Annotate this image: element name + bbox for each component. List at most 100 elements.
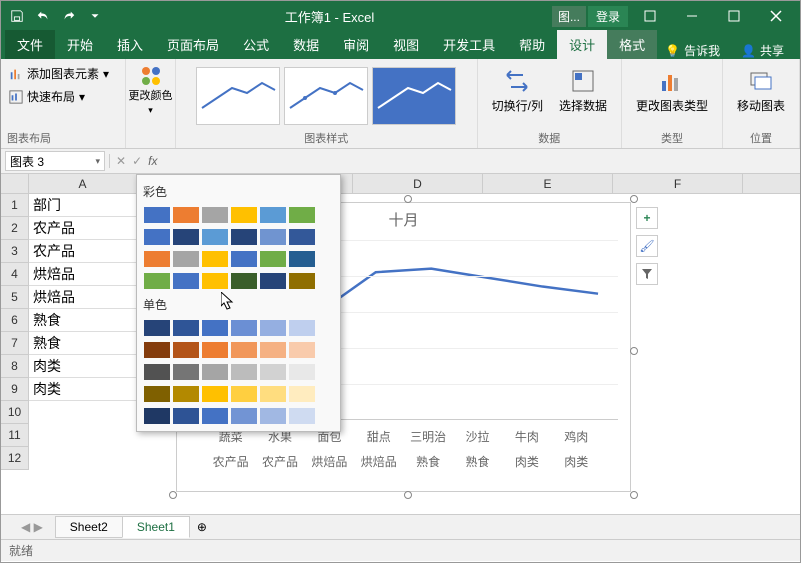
sheet-nav[interactable]: ◀ ▶ [9,520,55,534]
col-header[interactable]: F [613,174,743,193]
row-header[interactable]: 4 [1,263,29,286]
group-colors: 更改颜色▾ [126,59,176,148]
chart-style-1[interactable] [196,67,280,125]
tab-data[interactable]: 数据 [281,30,331,59]
tab-pagelayout[interactable]: 页面布局 [155,30,231,59]
chart-add-element-icon[interactable]: + [636,207,658,229]
palette-row[interactable] [141,339,336,361]
ribbon-options-button[interactable] [630,2,670,30]
context-tab-indicator: 图... [552,6,586,27]
switch-row-col-button[interactable]: 切换行/列 [484,63,551,118]
chart-style-2[interactable] [284,67,368,125]
group-type: 更改图表类型 类型 [622,59,723,148]
sheet-tab-sheet1[interactable]: Sheet1 [122,516,190,538]
row-header[interactable]: 3 [1,240,29,263]
formula-bar[interactable]: ✕✓fx [109,154,800,168]
quick-layout-button[interactable]: 快速布局▾ [7,86,119,107]
row-header[interactable]: 9 [1,378,29,401]
row-header[interactable]: 10 [1,401,29,424]
cell[interactable]: 肉类 [29,378,137,401]
col-header[interactable]: A [29,174,137,193]
row-header[interactable]: 7 [1,332,29,355]
tab-format[interactable]: 格式 [607,30,657,59]
palette-row[interactable] [141,226,336,248]
color-swatch [260,364,286,380]
tab-help[interactable]: 帮助 [507,30,557,59]
palette-row[interactable] [141,405,336,427]
color-swatch [144,342,170,358]
login-button[interactable]: 登录 [588,6,628,27]
chart-legend-row2[interactable]: 农产品农产品烘焙品烘焙品熟食熟食肉类肉类 [177,449,630,474]
row-header[interactable]: 1 [1,194,29,217]
tab-design[interactable]: 设计 [557,30,607,59]
palette-row[interactable] [141,248,336,270]
col-header[interactable]: E [483,174,613,193]
maximize-button[interactable] [714,2,754,30]
tab-home[interactable]: 开始 [55,30,105,59]
color-swatch [144,273,170,289]
color-swatch [289,273,315,289]
row-header[interactable]: 2 [1,217,29,240]
save-button[interactable] [5,5,29,27]
row-header[interactable]: 6 [1,309,29,332]
change-chart-type-button[interactable]: 更改图表类型 [628,63,716,118]
color-swatch [202,273,228,289]
add-chart-element-button[interactable]: 添加图表元素▾ [7,63,119,84]
redo-button[interactable] [57,5,81,27]
row-header[interactable]: 5 [1,286,29,309]
color-swatch [202,251,228,267]
undo-button[interactable] [31,5,55,27]
tab-file[interactable]: 文件 [5,30,55,59]
tab-view[interactable]: 视图 [381,30,431,59]
color-swatch [289,320,315,336]
select-all-corner[interactable] [1,174,29,193]
chart-styles-icon[interactable]: 🖌 [636,235,658,257]
color-swatch [260,342,286,358]
palette-row[interactable] [141,270,336,292]
select-data-button[interactable]: 选择数据 [551,63,615,118]
cell[interactable]: 农产品 [29,217,137,240]
tellme-button[interactable]: 💡告诉我 [657,42,728,59]
chart-style-3[interactable] [372,67,456,125]
change-colors-button[interactable]: 更改颜色▾ [128,63,173,116]
chart-filter-icon[interactable] [636,263,658,285]
tab-review[interactable]: 审阅 [331,30,381,59]
color-swatch [202,386,228,402]
row-header[interactable]: 8 [1,355,29,378]
status-bar: 就绪 [1,539,800,561]
new-sheet-button[interactable]: ⊕ [189,517,215,537]
row-header[interactable]: 12 [1,447,29,470]
color-swatch [173,273,199,289]
row-header[interactable]: 11 [1,424,29,447]
cell[interactable]: 肉类 [29,355,137,378]
color-swatch [173,364,199,380]
cell[interactable]: 熟食 [29,309,137,332]
close-button[interactable] [756,2,796,30]
palette-row[interactable] [141,361,336,383]
tab-formulas[interactable]: 公式 [231,30,281,59]
row-headers: 123456789101112 [1,194,29,470]
change-colors-popup: 彩色 单色 [136,174,341,432]
share-button[interactable]: 👤共享 [729,42,796,59]
titlebar: 工作簿1 - Excel 图... 登录 [1,1,800,31]
color-swatch [289,207,315,223]
sheet-tab-sheet2[interactable]: Sheet2 [55,516,123,538]
palette-row[interactable] [141,383,336,405]
cell[interactable]: 部门 [29,194,137,217]
minimize-button[interactable] [672,2,712,30]
worksheet-grid[interactable]: A B C D E F 123456789101112 部门农产品农产品烘焙品烘… [1,174,800,514]
palette-row[interactable] [141,204,336,226]
cell[interactable]: 熟食 [29,332,137,355]
cell[interactable]: 烘焙品 [29,286,137,309]
tab-insert[interactable]: 插入 [105,30,155,59]
qat-customize[interactable] [83,5,107,27]
cell[interactable]: 烘焙品 [29,263,137,286]
palette-row[interactable] [141,317,336,339]
name-box[interactable]: 图表 3▾ [5,151,105,171]
col-header[interactable]: D [353,174,483,193]
ribbon-tabs: 文件 开始 插入 页面布局 公式 数据 审阅 视图 开发工具 帮助 设计 格式 … [1,31,800,59]
cell[interactable]: 农产品 [29,240,137,263]
ribbon: 添加图表元素▾ 快速布局▾ 图表布局 更改颜色▾ 图表样式 切换行/列 选择数据… [1,59,800,149]
move-chart-button[interactable]: 移动图表 [729,63,793,118]
tab-developer[interactable]: 开发工具 [431,30,507,59]
